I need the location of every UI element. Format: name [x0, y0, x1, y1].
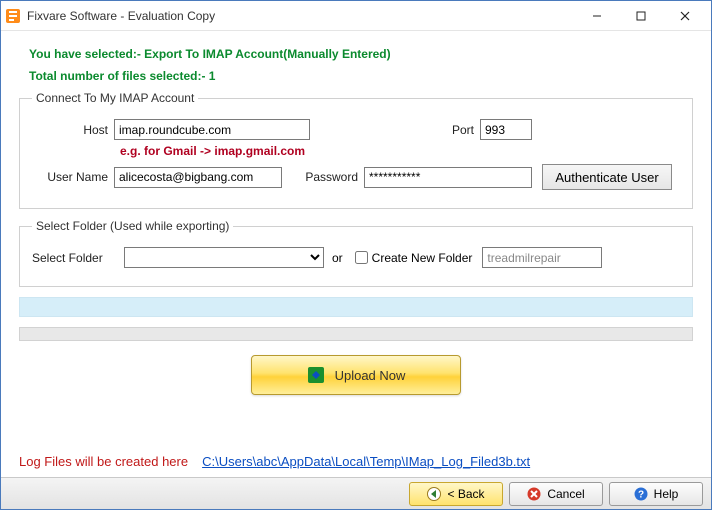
file-count-info: Total number of files selected:- 1 — [29, 69, 693, 83]
create-folder-checkbox[interactable] — [355, 251, 368, 264]
select-folder-label: Select Folder — [32, 251, 124, 265]
imap-legend: Connect To My IMAP Account — [32, 91, 198, 105]
log-file-line: Log Files will be created here C:\Users\… — [19, 454, 530, 469]
footer-bar: < Back Cancel ? Help — [1, 477, 711, 509]
cancel-icon — [527, 487, 541, 501]
imap-account-group: Connect To My IMAP Account Host Port e.g… — [19, 91, 693, 209]
select-folder-combo[interactable] — [124, 247, 324, 268]
titlebar: Fixvare Software - Evaluation Copy — [1, 1, 711, 31]
window-buttons — [575, 2, 707, 30]
upload-label: Upload Now — [335, 368, 406, 383]
new-folder-input[interactable] — [482, 247, 602, 268]
selected-info: You have selected:- Export To IMAP Accou… — [29, 47, 693, 61]
maximize-button[interactable] — [619, 2, 663, 30]
authenticate-button[interactable]: Authenticate User — [542, 164, 672, 190]
password-input[interactable] — [364, 167, 532, 188]
host-hint: e.g. for Gmail -> imap.gmail.com — [120, 144, 680, 158]
help-icon: ? — [634, 487, 648, 501]
progress-bar-secondary — [19, 327, 693, 341]
close-button[interactable] — [663, 2, 707, 30]
svg-text:?: ? — [638, 489, 644, 500]
port-input[interactable] — [480, 119, 532, 140]
select-folder-group: Select Folder (Used while exporting) Sel… — [19, 219, 693, 287]
help-button[interactable]: ? Help — [609, 482, 703, 506]
port-label: Port — [430, 123, 480, 137]
create-folder-label: Create New Folder — [372, 251, 473, 265]
host-input[interactable] — [114, 119, 310, 140]
or-label: or — [332, 251, 343, 265]
username-input[interactable] — [114, 167, 282, 188]
cancel-button[interactable]: Cancel — [509, 482, 603, 506]
minimize-button[interactable] — [575, 2, 619, 30]
help-label: Help — [654, 487, 679, 501]
cancel-label: Cancel — [547, 487, 584, 501]
progress-area — [19, 297, 693, 341]
upload-icon — [307, 366, 325, 384]
window-title: Fixvare Software - Evaluation Copy — [27, 9, 575, 23]
host-label: Host — [32, 123, 114, 137]
app-window: Fixvare Software - Evaluation Copy You h… — [0, 0, 712, 510]
back-icon — [427, 487, 441, 501]
username-label: User Name — [32, 170, 114, 184]
select-folder-legend: Select Folder (Used while exporting) — [32, 219, 233, 233]
progress-bar-primary — [19, 297, 693, 317]
upload-now-button[interactable]: Upload Now — [251, 355, 461, 395]
back-label: < Back — [447, 487, 484, 501]
log-prefix: Log Files will be created here — [19, 454, 188, 469]
content-area: You have selected:- Export To IMAP Accou… — [1, 31, 711, 395]
app-icon — [5, 8, 21, 24]
back-button[interactable]: < Back — [409, 482, 503, 506]
log-path-link[interactable]: C:\Users\abc\AppData\Local\Temp\IMap_Log… — [202, 454, 530, 469]
password-label: Password — [290, 170, 364, 184]
